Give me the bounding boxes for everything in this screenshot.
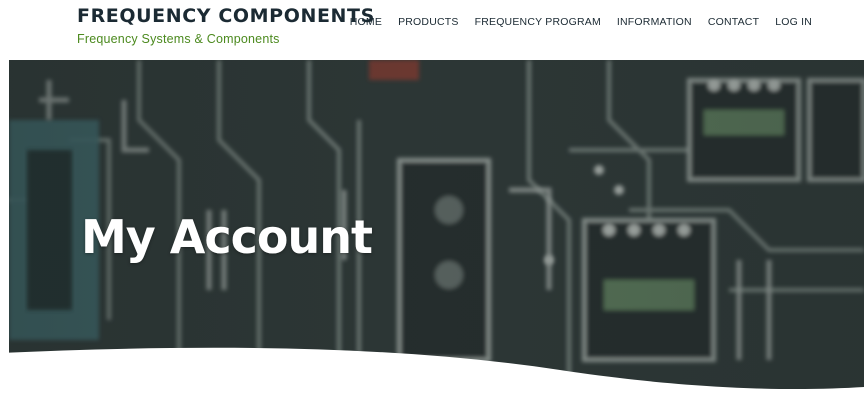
site-header: FREQUENCY COMPONENTS Frequency Systems &… <box>0 0 864 60</box>
logo-title: FREQUENCY COMPONENTS <box>77 5 375 27</box>
nav-products[interactable]: PRODUCTS <box>398 16 459 28</box>
nav-log-in[interactable]: LOG IN <box>775 16 812 28</box>
logo-subtitle: Frequency Systems & Components <box>77 32 280 46</box>
hero-wave-divider <box>0 347 864 395</box>
main-nav: HOME PRODUCTS FREQUENCY PROGRAM INFORMAT… <box>350 16 812 28</box>
nav-frequency-program[interactable]: FREQUENCY PROGRAM <box>475 16 601 28</box>
nav-home[interactable]: HOME <box>350 16 382 28</box>
page-title: My Account <box>81 210 373 264</box>
nav-contact[interactable]: CONTACT <box>708 16 759 28</box>
site-logo[interactable]: FREQUENCY COMPONENTS Frequency Systems &… <box>77 5 375 46</box>
nav-information[interactable]: INFORMATION <box>617 16 692 28</box>
